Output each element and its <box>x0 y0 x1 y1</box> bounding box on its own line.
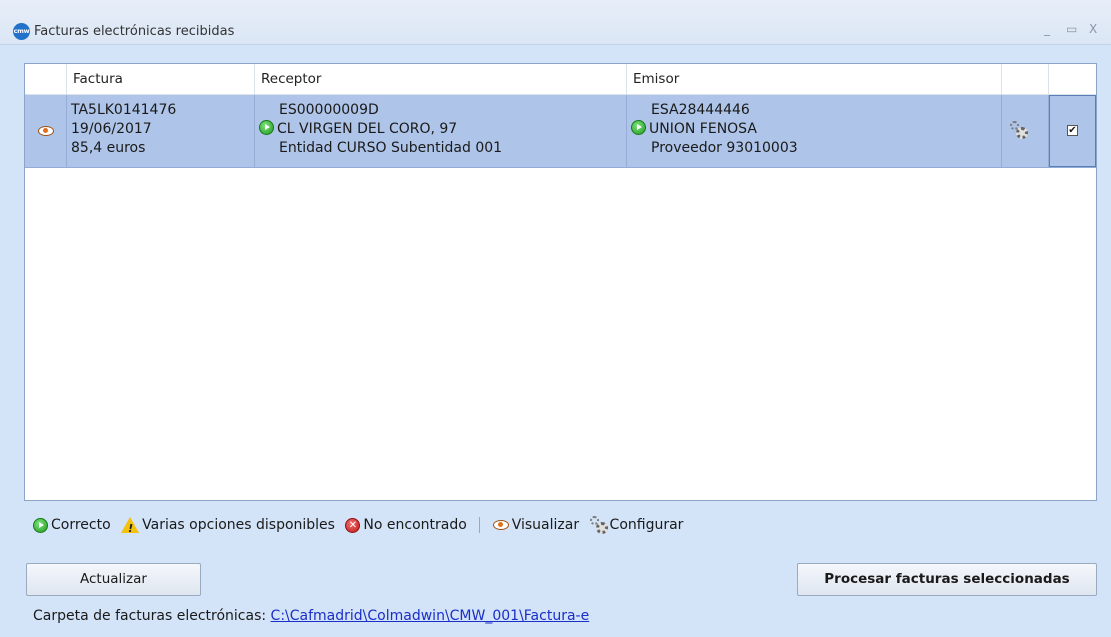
eye-icon[interactable] <box>38 126 54 136</box>
emisor-cell: ESA28444446 UNION FENOSA Proveedor 93010… <box>627 95 1002 167</box>
maximize-button[interactable]: ▭ <box>1066 22 1077 36</box>
view-cell <box>25 95 67 167</box>
receptor-address: CL VIRGEN DEL CORO, 97 <box>277 121 458 137</box>
legend-varias: Varias opciones disponibles <box>142 517 335 533</box>
legend-visualizar: Visualizar <box>511 517 580 533</box>
legend-configurar: Configurar <box>609 517 684 533</box>
legend-no-encontrado: No encontrado <box>363 517 467 533</box>
invoice-grid: Factura Receptor Emisor TA5LK0141476 19/… <box>24 63 1097 501</box>
column-header-view[interactable] <box>25 64 67 94</box>
column-header-config[interactable] <box>1002 64 1049 94</box>
emisor-name-line: UNION FENOSA <box>631 120 798 139</box>
invoice-number: TA5LK0141476 <box>71 102 177 118</box>
invoice-date: 19/06/2017 <box>71 121 152 137</box>
emisor-name: UNION FENOSA <box>649 121 757 137</box>
factura-cell: TA5LK0141476 19/06/2017 85,4 euros <box>67 95 255 167</box>
window: cmw Facturas electrónicas recibidas _ ▭ … <box>0 0 1111 637</box>
window-title: Facturas electrónicas recibidas <box>34 24 235 39</box>
ok-circle-icon <box>259 120 274 135</box>
column-header-emisor[interactable]: Emisor <box>627 64 1002 94</box>
gear-icon <box>589 516 608 534</box>
legend-correcto: Correcto <box>51 517 111 533</box>
gear-icon[interactable] <box>1010 121 1028 139</box>
actualizar-button[interactable]: Actualizar <box>26 563 201 596</box>
title-bar: cmw Facturas electrónicas recibidas _ ▭ … <box>0 0 1111 45</box>
error-icon: ✕ <box>345 517 361 533</box>
legend-separator <box>479 517 481 533</box>
receptor-nif: ES00000009D <box>279 102 379 118</box>
column-header-receptor[interactable]: Receptor <box>255 64 627 94</box>
select-checkbox[interactable]: ✔ <box>1067 125 1078 136</box>
column-header-factura[interactable]: Factura <box>67 64 255 94</box>
receptor-address-line: CL VIRGEN DEL CORO, 97 <box>259 120 502 139</box>
invoice-amount: 85,4 euros <box>71 140 146 156</box>
ok-circle-icon <box>631 120 646 135</box>
receptor-entity: Entidad CURSO Subentidad 001 <box>279 140 503 156</box>
ok-circle-icon <box>33 517 48 533</box>
emisor-supplier: Proveedor 93010003 <box>651 140 798 156</box>
column-header-check[interactable] <box>1049 64 1096 94</box>
footer-folder: Carpeta de facturas electrónicas: C:\Caf… <box>33 608 589 624</box>
emisor-nif: ESA28444446 <box>651 102 750 118</box>
warning-icon <box>121 517 140 539</box>
config-cell <box>1002 95 1049 167</box>
folder-path-link[interactable]: C:\Cafmadrid\Colmadwin\CMW_001\Factura-e <box>271 608 590 624</box>
minimize-button[interactable]: _ <box>1044 22 1050 36</box>
receptor-cell: ES00000009D CL VIRGEN DEL CORO, 97 Entid… <box>255 95 627 167</box>
eye-icon <box>492 520 509 530</box>
app-logo-icon: cmw <box>13 23 30 40</box>
folder-label: Carpeta de facturas electrónicas: <box>33 608 267 624</box>
select-cell[interactable]: ✔ <box>1049 95 1096 167</box>
grid-header: Factura Receptor Emisor <box>25 64 1096 95</box>
table-row[interactable]: TA5LK0141476 19/06/2017 85,4 euros ES000… <box>25 95 1096 168</box>
status-legend: Correcto Varias opciones disponibles ✕No… <box>33 515 684 539</box>
procesar-facturas-button[interactable]: Procesar facturas seleccionadas <box>797 563 1097 596</box>
close-button[interactable]: X <box>1089 22 1097 36</box>
